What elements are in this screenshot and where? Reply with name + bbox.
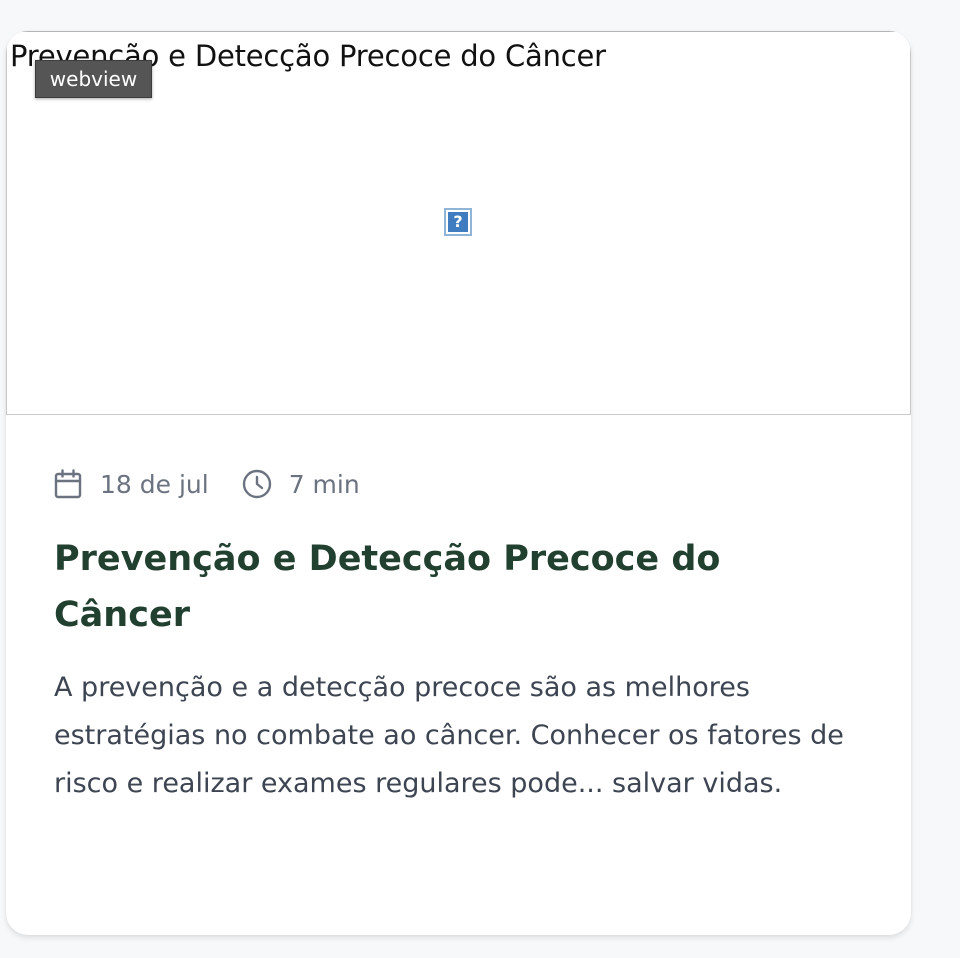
article-card[interactable]: Prevenção e Detecção Precoce do Câncer ?… [6,31,911,935]
broken-image-icon: ? [444,208,472,236]
read-time-meta: 7 min [241,468,360,500]
date-label: 18 de jul [100,469,209,499]
article-excerpt: A prevenção e a detecção precoce são as … [54,672,844,799]
article-title[interactable]: Prevenção e Detecção Precoce do Câncer [54,531,834,643]
webview-tag: webview [35,60,152,98]
clock-icon [241,468,273,500]
broken-image-glyph: ? [448,212,468,232]
article-meta: 18 de jul 7 min [54,467,360,501]
read-time-label: 7 min [288,469,360,499]
calendar-icon [54,469,82,499]
date-meta: 18 de jul [54,469,209,499]
